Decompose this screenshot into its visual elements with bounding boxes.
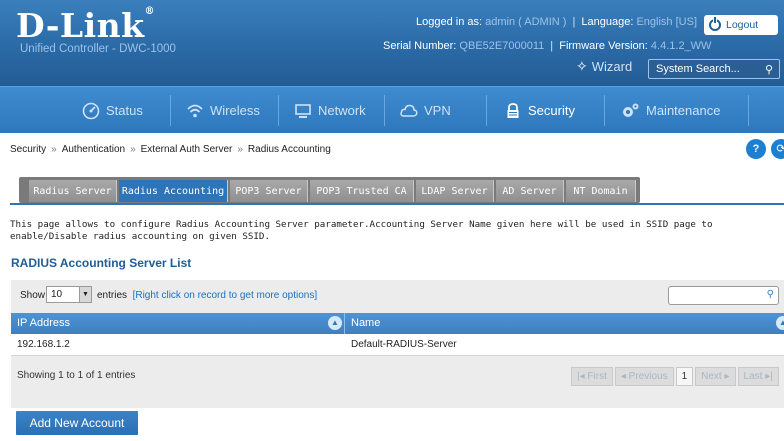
- table-search-input[interactable]: ⚲: [668, 286, 779, 305]
- nav-label-wireless: Wireless: [210, 103, 260, 118]
- login-info: Logged in as: admin ( ADMIN ) | Language…: [416, 16, 697, 28]
- sort-icon[interactable]: ▲: [776, 316, 784, 330]
- first-page-button[interactable]: |◂ First: [571, 367, 613, 386]
- show-label: Show: [20, 290, 46, 301]
- breadcrumb-item[interactable]: Security: [10, 144, 46, 155]
- wand-icon: ✧: [576, 58, 588, 74]
- logged-in-user: admin ( ADMIN ): [485, 16, 567, 28]
- column-header-name[interactable]: Name: [345, 313, 775, 334]
- main-nav: Status Wireless Network VPN Security Mai…: [0, 86, 784, 133]
- language-label: Language:: [581, 16, 634, 28]
- app-window: D-Link® Unified Controller - DWC-1000 Lo…: [0, 0, 784, 441]
- top-header: D-Link® Unified Controller - DWC-1000 Lo…: [0, 0, 784, 86]
- chevron-down-icon[interactable]: ▼: [79, 287, 91, 302]
- breadcrumb-item[interactable]: Authentication: [62, 144, 125, 155]
- serial-value: QBE52E7000011: [459, 40, 545, 52]
- logout-button[interactable]: Logout: [704, 15, 778, 35]
- sort-icon[interactable]: ▲: [328, 316, 342, 330]
- section-title: RADIUS Accounting Server List: [11, 256, 192, 270]
- wizard-label: Wizard: [591, 59, 633, 74]
- add-new-account-button[interactable]: Add New Account: [16, 411, 138, 435]
- nav-label-vpn: VPN: [424, 103, 451, 118]
- search-icon[interactable]: ⚲: [767, 289, 774, 300]
- logo-text: D-Link: [16, 6, 145, 45]
- nav-item-security[interactable]: Security: [490, 87, 575, 134]
- nav-label-status: Status: [106, 103, 143, 118]
- firmware-value: 4.4.1.2_WW: [650, 40, 712, 52]
- table-toolbar: Show 10 ▼ entries [Right click on record…: [11, 280, 784, 313]
- table-info: Showing 1 to 1 of 1 entries: [17, 370, 136, 381]
- dashboard-icon: [82, 102, 100, 119]
- breadcrumb: Security» Authentication» External Auth Se…: [10, 144, 331, 155]
- lock-icon: [507, 102, 519, 118]
- gears-icon: [623, 103, 639, 117]
- entries-per-page-value: 10: [51, 289, 63, 300]
- tab-underline: [10, 203, 784, 205]
- breadcrumb-item[interactable]: External Auth Server: [141, 144, 233, 155]
- nav-label-network: Network: [318, 103, 366, 118]
- power-icon: [709, 17, 721, 31]
- entries-label: entries [Right click on record to get mo…: [97, 290, 318, 301]
- search-icon[interactable]: ⚲: [765, 61, 773, 79]
- next-page-button[interactable]: Next ▸: [695, 367, 736, 386]
- tab-ad-server[interactable]: AD Server: [496, 180, 564, 202]
- breadcrumb-current: Radius Accounting: [247, 144, 331, 155]
- entries-per-page-select[interactable]: 10 ▼: [46, 286, 92, 303]
- table-header: IP Address ▲ Name ▲: [11, 313, 784, 334]
- cell-ip-address: 192.168.1.2: [17, 339, 70, 350]
- table-row[interactable]: 192.168.1.2 Default-RADIUS-Server: [11, 334, 784, 356]
- page-description: This page allows to configure Radius Acc…: [10, 219, 713, 242]
- wifi-icon: [187, 104, 203, 117]
- product-subtitle: Unified Controller - DWC-1000: [20, 43, 176, 55]
- server-list-panel: Show 10 ▼ entries [Right click on record…: [11, 280, 784, 408]
- monitor-icon: [295, 103, 311, 118]
- cell-name: Default-RADIUS-Server: [351, 339, 457, 350]
- help-icon[interactable]: ?: [746, 139, 766, 159]
- nav-item-network[interactable]: Network: [280, 87, 366, 134]
- logo-registered-mark: ®: [144, 6, 156, 17]
- nav-item-vpn[interactable]: VPN: [386, 87, 451, 134]
- language-value[interactable]: English [US]: [636, 16, 697, 28]
- nav-item-maintenance[interactable]: Maintenance: [606, 87, 720, 134]
- device-info: Serial Number: QBE52E7000011 | Firmware …: [383, 40, 712, 52]
- tab-pop3-trusted-ca[interactable]: POP3 Trusted CA: [310, 180, 414, 202]
- wizard-link[interactable]: ✧ Wizard: [576, 58, 632, 75]
- logout-label: Logout: [726, 19, 759, 31]
- nav-label-maintenance: Maintenance: [646, 103, 721, 118]
- column-header-ip-address[interactable]: IP Address: [11, 313, 344, 334]
- dlink-logo: D-Link®: [16, 6, 155, 45]
- logged-in-label: Logged in as:: [416, 16, 483, 28]
- tab-ldap-server[interactable]: LDAP Server: [416, 180, 494, 202]
- previous-page-button[interactable]: ◂ Previous: [614, 367, 674, 386]
- cloud-icon: [400, 104, 418, 117]
- tab-pop3-server[interactable]: POP3 Server: [230, 180, 308, 202]
- serial-label: Serial Number:: [383, 40, 457, 52]
- firmware-label: Firmware Version:: [559, 40, 648, 52]
- tab-radius-accounting[interactable]: Radius Accounting: [119, 180, 228, 202]
- right-click-hint: [Right click on record to get more optio…: [132, 290, 318, 301]
- nav-item-status[interactable]: Status: [68, 87, 143, 134]
- nav-item-wireless[interactable]: Wireless: [172, 87, 260, 134]
- tab-nt-domain[interactable]: NT Domain: [566, 180, 636, 202]
- pagination: |◂ First ◂ Previous 1 Next ▸ Last ▸|: [571, 367, 779, 386]
- current-page-button[interactable]: 1: [675, 367, 694, 386]
- nav-label-security: Security: [528, 103, 575, 118]
- last-page-button[interactable]: Last ▸|: [737, 367, 779, 386]
- tab-radius-server[interactable]: Radius Server: [29, 180, 117, 202]
- system-search-input[interactable]: System Search... ⚲: [648, 59, 780, 79]
- refresh-icon[interactable]: ⟳: [771, 139, 784, 159]
- system-search-placeholder: System Search...: [656, 63, 740, 75]
